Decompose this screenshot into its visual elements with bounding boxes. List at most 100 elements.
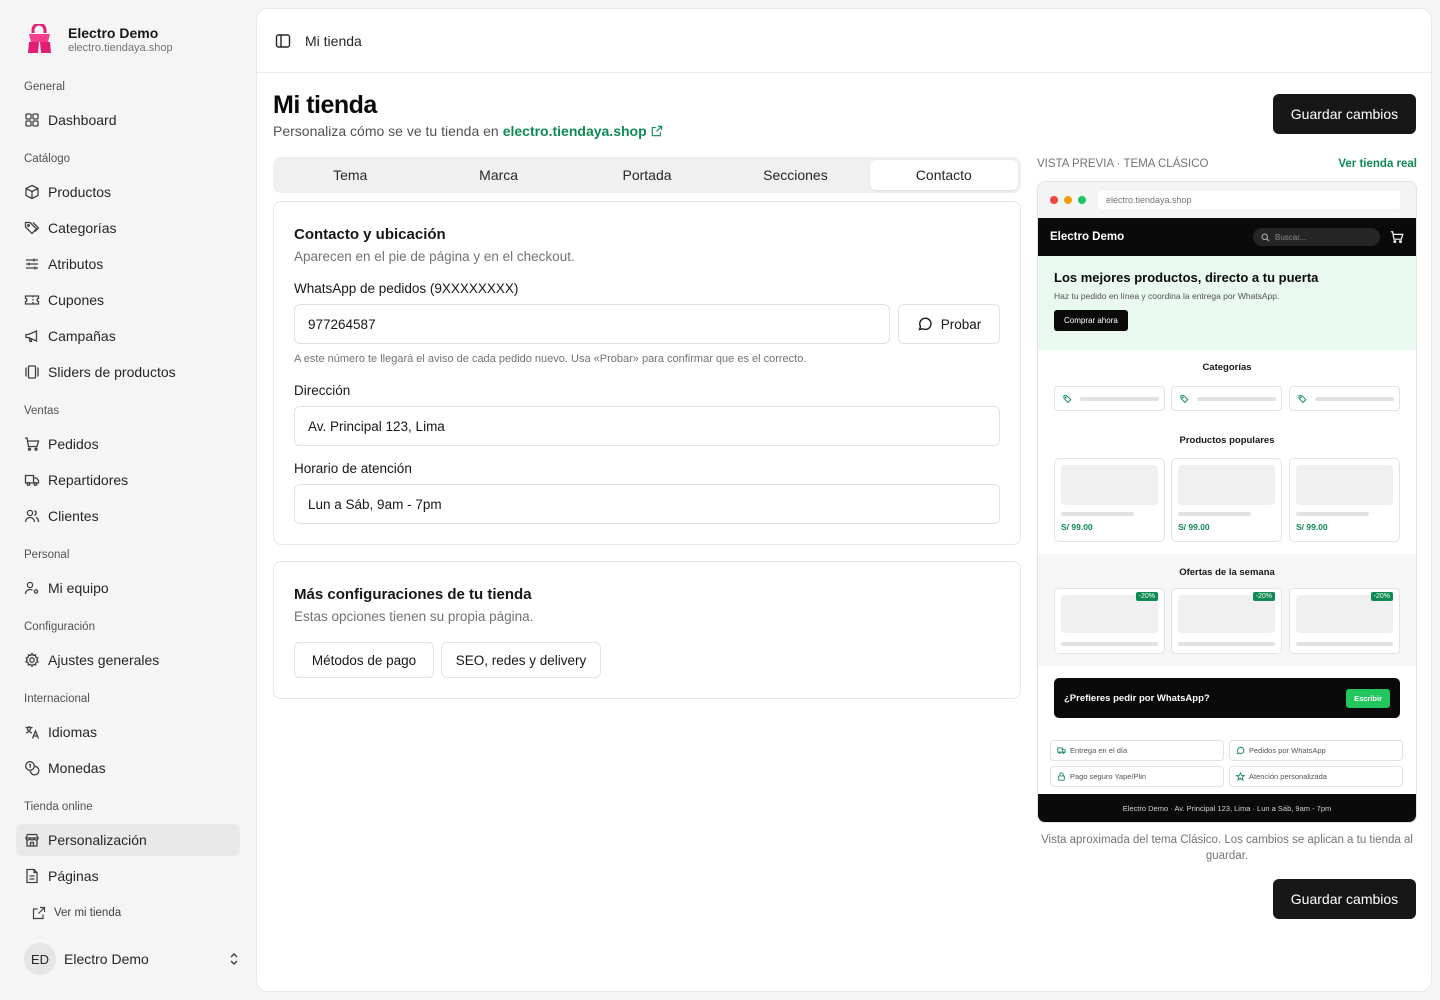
tab-tema[interactable]: Tema [276,160,424,190]
seo-social-delivery-button[interactable]: SEO, redes y delivery [441,642,601,678]
nav-group-general: General [24,81,65,93]
sidebar-item-paginas[interactable]: Páginas [16,860,240,892]
sidebar-item-ajustes[interactable]: Ajustes generales [16,644,240,676]
sidebar-item-categorias[interactable]: Categorías [16,212,240,244]
placeholder-bar [1296,642,1393,646]
preview-hero-subtitle: Haz tu pedido en línea y coordina la ent… [1054,291,1280,301]
preview-price: S/ 99.00 [1061,522,1093,532]
try-label: Probar [940,316,982,332]
preview-product-card: S/ 99.00 [1054,458,1165,542]
preview-search: Buscar... [1253,228,1380,246]
address-field[interactable]: Av. Principal 123, Lima [294,406,1000,446]
preview-hero: Los mejores productos, directo a tu puer… [1038,256,1416,350]
preview-whatsapp-banner: ¿Prefieres pedir por WhatsApp? Escribir [1054,678,1400,718]
shopping-bag-logo-icon [24,24,54,56]
sidebar-item-label: Campañas [48,328,116,344]
sidebar-item-label: Mi equipo [48,580,109,596]
sidebar-toggle-button[interactable] [275,33,291,49]
discount-badge: -20% [1370,592,1393,601]
tab-portada[interactable]: Portada [573,160,721,190]
file-text-icon [26,868,38,884]
breadcrumb: Mi tienda [305,32,362,49]
preview-header: VISTA PREVIA · TEMA CLÁSICO Ver tienda r… [1037,158,1417,170]
sidebar-item-clientes[interactable]: Clientes [16,500,240,532]
whatsapp-label: WhatsApp de pedidos (9XXXXXXXX) [294,281,519,296]
preview-offer-card: -20% [1054,588,1165,654]
product-image-placeholder [1178,465,1275,505]
preview-search-placeholder: Buscar... [1275,232,1307,242]
preview-footer: Electro Demo · Av. Principal 123, Lima ·… [1038,794,1416,822]
truck-icon [1057,747,1066,754]
view-real-store-link[interactable]: Ver tienda real [1338,158,1417,170]
sidebar-item-dashboard[interactable]: Dashboard [16,104,240,136]
store-link[interactable]: electro.tiendaya.shop [503,123,647,139]
placeholder-bar [1178,512,1251,516]
placeholder-bar [1061,512,1134,516]
hours-label: Horario de atención [294,461,412,476]
preview-offer-card: -20% [1171,588,1282,654]
payment-methods-button[interactable]: Métodos de pago [294,642,434,678]
preview-label: VISTA PREVIA · TEMA CLÁSICO [1037,158,1209,170]
placeholder-bar [1296,512,1369,516]
tab-contacto[interactable]: Contacto [869,160,1019,190]
preview-category-item [1054,386,1165,411]
sidebar-item-label: Personalización [48,832,147,848]
preview-offers-title: Ofertas de la semana [1179,567,1275,578]
sidebar-item-repartidores[interactable]: Repartidores [16,464,240,496]
preview-offer-card: -20% [1289,588,1400,654]
whatsapp-field[interactable]: 977264587 [294,304,890,344]
sidebar-item-label: Categorías [48,220,117,236]
close-dot [1050,196,1058,204]
tabs: Tema Marca Portada Secciones Contacto [273,157,1021,193]
tab-secciones[interactable]: Secciones [721,160,869,190]
sidebar-item-productos[interactable]: Productos [16,176,240,208]
more-settings-description: Estas opciones tienen su propia página. [294,609,534,624]
sidebar-item-cupones[interactable]: Cupones [16,284,240,316]
message-circle-icon [918,317,932,331]
search-icon [1261,233,1270,241]
save-button[interactable]: Guardar cambios [1273,94,1416,134]
sidebar-item-monedas[interactable]: Monedas [16,752,240,784]
browser-chrome: electro.tiendaya.shop [1038,182,1416,218]
store-switcher[interactable]: Electro Demo electro.tiendaya.shop [24,24,173,56]
save-button-bottom[interactable]: Guardar cambios [1273,879,1416,919]
grid-icon [25,113,39,127]
page-subtitle: Personaliza cómo se ve tu tienda en elec… [273,123,663,139]
sidebar-item-atributos[interactable]: Atributos [16,248,240,280]
product-image-placeholder [1061,465,1158,505]
sidebar-item-campanas[interactable]: Campañas [16,320,240,352]
sidebar-item-label: Pedidos [48,436,99,452]
preview-whatsapp-text: ¿Prefieres pedir por WhatsApp? [1064,692,1210,704]
sidebar-item-label: Dashboard [48,112,117,128]
topbar: Mi tienda [257,9,1431,73]
star-icon [1236,772,1245,781]
nav-group-catalogo: Catálogo [24,153,71,165]
message-circle-icon [1236,746,1245,755]
sidebar-item-idiomas[interactable]: Idiomas [16,716,240,748]
sidebar-item-sliders[interactable]: Sliders de productos [16,356,240,388]
sliders-icon [26,258,38,270]
panel-left-icon [275,33,291,48]
view-store-link[interactable]: Ver mi tienda [32,906,121,920]
ticket-icon [24,295,40,305]
user-menu[interactable]: ED Electro Demo [24,943,240,975]
try-whatsapp-button[interactable]: Probar [898,304,1000,344]
hours-field[interactable]: Lun a Sáb, 9am - 7pm [294,484,1000,524]
sidebar-item-label: Idiomas [48,724,98,740]
sidebar-item-label: Sliders de productos [48,364,176,380]
placeholder-bar [1178,642,1275,646]
preview-popular-title: Productos populares [1179,435,1275,446]
external-link-icon [651,125,662,137]
tab-marca[interactable]: Marca [424,160,572,190]
sidebar-item-personalizacion[interactable]: Personalización [16,824,240,856]
minimize-dot [1064,196,1072,204]
lock-icon [1058,772,1065,781]
tag-icon [1180,394,1189,403]
sidebar-item-pedidos[interactable]: Pedidos [16,428,240,460]
truck-icon [24,474,40,486]
sidebar-item-label: Monedas [48,760,106,776]
sidebar-item-mi-equipo[interactable]: Mi equipo [16,572,240,604]
preview-navbar: Electro Demo Buscar... [1038,218,1416,256]
nav-group-tienda-online: Tienda online [24,801,93,813]
sidebar-item-label: Repartidores [48,472,129,488]
